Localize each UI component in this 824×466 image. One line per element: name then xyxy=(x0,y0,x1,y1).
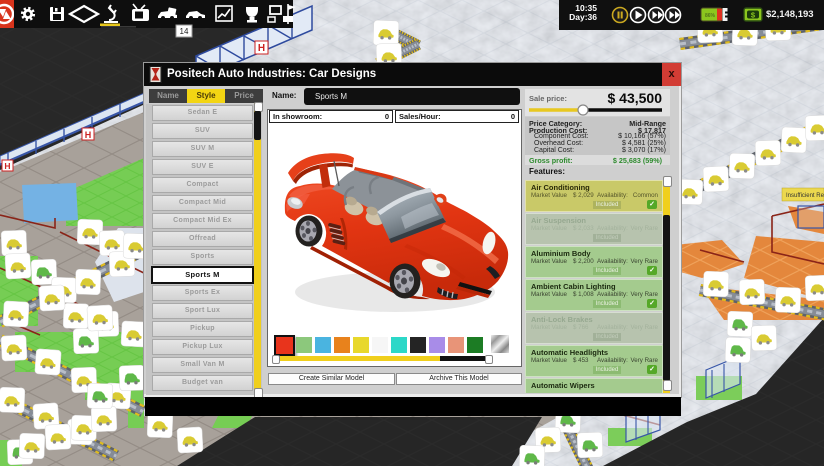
svg-text:H: H xyxy=(4,161,10,171)
svg-text:86%: 86% xyxy=(705,13,716,19)
svg-text:H: H xyxy=(85,130,92,140)
svg-text:Insufficient Res: Insufficient Res xyxy=(786,193,824,199)
svg-text:H: H xyxy=(258,43,265,54)
svg-text:14: 14 xyxy=(180,27,189,36)
